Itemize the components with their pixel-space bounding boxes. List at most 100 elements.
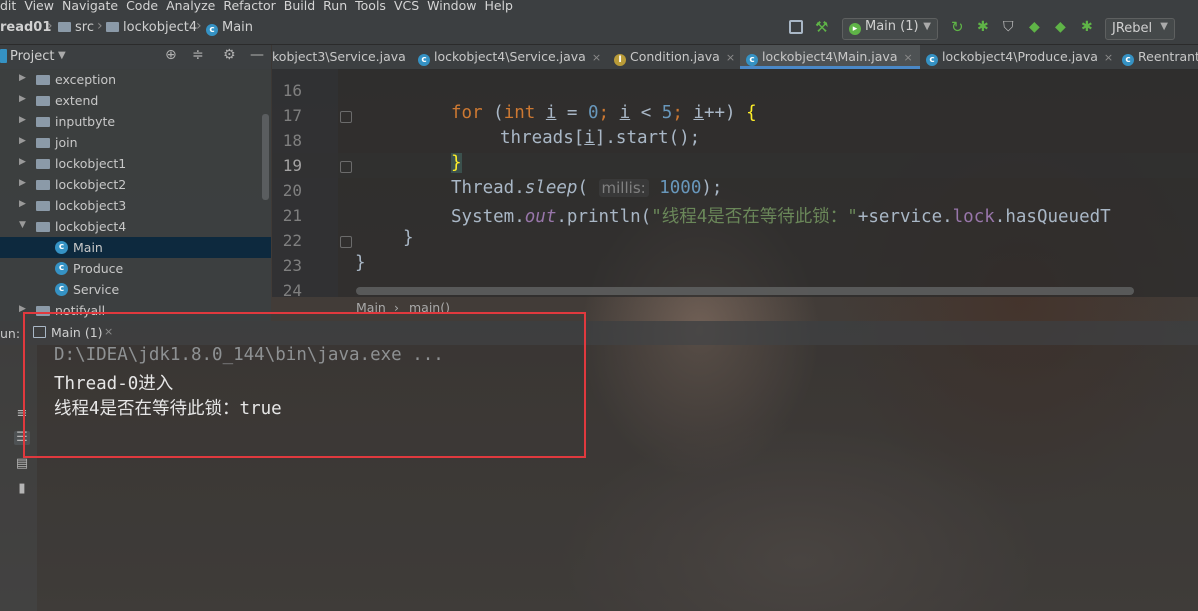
line-number: 18	[282, 131, 302, 150]
line-number-current: 19	[282, 156, 302, 175]
project-tree: ▶ exception ▶ extend ▶ inputbyte ▶ join ▶ loc…	[0, 69, 271, 321]
build-hammer-icon[interactable]: ⚒	[815, 20, 829, 35]
menu-analyze[interactable]: Analyze	[162, 0, 219, 13]
run-panel-label: un:	[0, 326, 21, 341]
chevron-right-icon[interactable]: ▶	[19, 199, 26, 209]
breadcrumb-src[interactable]: src	[58, 20, 94, 35]
chevron-right-icon[interactable]: ▶	[19, 115, 26, 125]
line-number: 24	[282, 281, 302, 300]
close-icon[interactable]: ×	[592, 51, 601, 64]
coverage-shield-icon[interactable]: ⛉	[1003, 20, 1017, 34]
print-icon[interactable]: ▤	[14, 457, 30, 471]
editor-tabs: kobject3\Service.java c lockobject4\Servi…	[272, 45, 1198, 70]
jrebel-run-icon[interactable]: ◆	[1055, 20, 1069, 34]
folder-icon	[106, 22, 119, 32]
tab-condition[interactable]: I Condition.java ×	[614, 45, 744, 69]
class-icon: c	[55, 241, 68, 254]
collapse-icon[interactable]: ≑	[192, 47, 204, 63]
menu-view[interactable]: View	[20, 0, 58, 13]
tree-item-inputbyte[interactable]: ▶ inputbyte	[0, 111, 271, 132]
project-panel-header: Project ▼ ⊕ ≑ ⚙ —	[0, 45, 271, 70]
folder-icon	[58, 22, 71, 32]
layout-icon[interactable]	[789, 20, 803, 34]
breadcrumb-package[interactable]: lockobject4	[106, 20, 197, 35]
breadcrumb-file[interactable]: c Main	[206, 20, 253, 36]
fold-marker-icon[interactable]	[340, 161, 352, 173]
line-number: 22	[282, 231, 302, 250]
project-scrollbar[interactable]	[262, 114, 269, 200]
tree-item-join[interactable]: ▶ join	[0, 132, 271, 153]
profile-icon[interactable]: ◆	[1029, 20, 1043, 34]
run-config-select[interactable]: ▸ Main (1) ▼	[842, 18, 938, 40]
fold-marker-icon[interactable]	[340, 236, 352, 248]
annotation-highlight-box	[23, 312, 586, 458]
close-icon[interactable]: ×	[726, 51, 735, 64]
line-number: 21	[282, 206, 302, 225]
menu-help[interactable]: Help	[480, 0, 517, 13]
code-line-22: }	[403, 228, 414, 248]
code-line-21: System.out.println("线程4是否在等待此锁："+service…	[451, 207, 1111, 227]
close-icon[interactable]: ×	[1104, 51, 1113, 64]
jrebel-debug-icon[interactable]: ✱	[1081, 20, 1095, 34]
close-icon[interactable]: ×	[903, 51, 912, 64]
chevron-right-icon[interactable]: ▶	[19, 157, 26, 167]
tree-item-lockobject3[interactable]: ▶ lockobject3	[0, 195, 271, 216]
interface-icon: I	[614, 54, 626, 66]
current-line-highlight	[272, 153, 1198, 178]
tree-item-produce[interactable]: c Produce	[0, 258, 271, 279]
breadcrumb-project[interactable]: read01	[0, 20, 51, 35]
menu-navigate[interactable]: Navigate	[58, 0, 122, 13]
rerun-icon[interactable]: ↻	[951, 20, 965, 35]
tree-item-exception[interactable]: ▶ exception	[0, 69, 271, 90]
tab-lockobject4-main[interactable]: c lockobject4\Main.java ×	[740, 45, 920, 69]
menu-vcs[interactable]: VCS	[390, 0, 423, 13]
menu-window[interactable]: Window	[423, 0, 480, 13]
menu-build[interactable]: Build	[280, 0, 319, 13]
chevron-right-icon[interactable]: ▶	[19, 178, 26, 188]
class-icon: c	[55, 262, 68, 275]
jrebel-select[interactable]: JRebel ▼	[1105, 18, 1175, 40]
code-line-20: Thread.sleep( millis: 1000);	[451, 178, 723, 198]
menu-code[interactable]: Code	[122, 0, 162, 13]
menu-tools[interactable]: Tools	[351, 0, 390, 13]
project-panel-title[interactable]: Project	[10, 49, 54, 64]
chevron-down-icon[interactable]: ▼	[58, 50, 66, 61]
menu-edit[interactable]: dit	[0, 0, 20, 13]
tree-item-extend[interactable]: ▶ extend	[0, 90, 271, 111]
app-icon: ▸	[849, 23, 861, 35]
menu-refactor[interactable]: Refactor	[219, 0, 279, 13]
folder-icon	[36, 96, 50, 106]
parameter-hint: millis:	[598, 179, 649, 197]
tab-lockobject3-service[interactable]: kobject3\Service.java	[272, 45, 412, 69]
tab-lockobject4-produce[interactable]: c lockobject4\Produce.java ×	[926, 45, 1116, 69]
folder-icon	[36, 138, 50, 148]
class-icon: c	[206, 24, 218, 36]
line-number: 16	[282, 81, 302, 100]
tree-item-lockobject2[interactable]: ▶ lockobject2	[0, 174, 271, 195]
line-number: 17	[282, 106, 302, 125]
hide-icon[interactable]: —	[250, 47, 264, 63]
tree-item-service[interactable]: c Service	[0, 279, 271, 300]
chevron-down-icon: ▼	[1160, 21, 1168, 32]
tree-item-main[interactable]: c Main	[0, 237, 271, 258]
class-icon: c	[55, 283, 68, 296]
chevron-right-icon[interactable]: ▶	[19, 73, 26, 83]
gear-icon[interactable]: ⚙	[223, 47, 236, 63]
debug-bug-icon[interactable]: ✱	[977, 20, 991, 34]
fold-marker-icon[interactable]	[340, 111, 352, 123]
chevron-right-icon[interactable]: ▶	[19, 94, 26, 104]
chevron-down-icon[interactable]: ▼	[19, 220, 26, 230]
editor-horizontal-scrollbar[interactable]	[356, 287, 1134, 295]
target-icon[interactable]: ⊕	[165, 47, 177, 63]
tree-item-lockobject1[interactable]: ▶ lockobject1	[0, 153, 271, 174]
tab-reentrantlock[interactable]: cReentrantL	[1122, 45, 1198, 69]
tab-lockobject4-service[interactable]: c lockobject4\Service.java ×	[418, 45, 606, 69]
breadcrumb-separator-icon: ›	[47, 18, 53, 34]
class-icon: c	[926, 54, 938, 66]
tree-item-lockobject4[interactable]: ▼ lockobject4	[0, 216, 271, 237]
trash-icon[interactable]: ▮	[14, 482, 30, 496]
menu-run[interactable]: Run	[319, 0, 351, 13]
chevron-right-icon[interactable]: ▶	[19, 136, 26, 146]
code-line-23: }	[355, 253, 366, 273]
folder-icon	[36, 201, 50, 211]
